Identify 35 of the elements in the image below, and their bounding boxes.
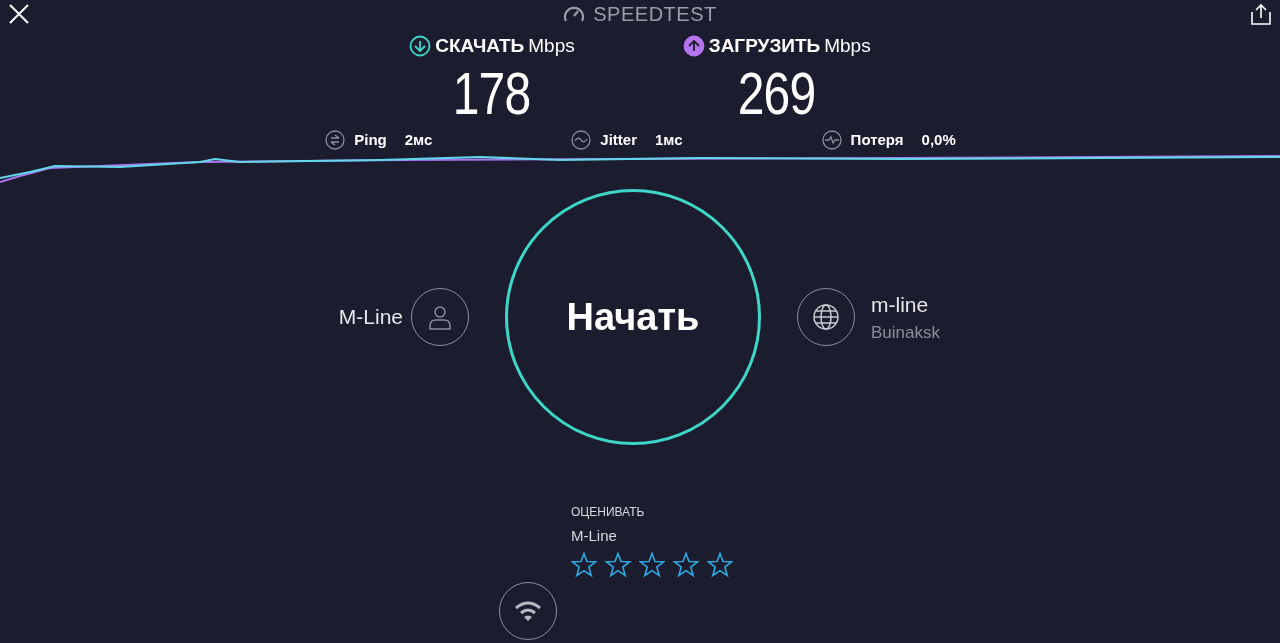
share-icon[interactable] [1250, 2, 1272, 26]
globe-icon [812, 303, 840, 331]
rating-title: ОЦЕНИВАТЬ [571, 504, 646, 521]
star-icon[interactable] [639, 551, 665, 578]
star-icon[interactable] [605, 551, 631, 578]
star-icon[interactable] [707, 551, 733, 578]
unit-label: Mbps [824, 34, 871, 58]
start-button[interactable]: Начать [505, 189, 761, 445]
loss-icon [820, 128, 843, 151]
stat-value: 2мс [404, 129, 433, 150]
star-icon[interactable] [571, 551, 597, 578]
upload-icon [682, 35, 705, 58]
star-icon[interactable] [673, 551, 699, 578]
unit-label: Mbps [528, 34, 575, 58]
provider-name: M-Line [338, 304, 403, 331]
metric-label: СКАЧАТЬ [435, 34, 525, 58]
speed-value: 178 [453, 60, 531, 127]
close-icon[interactable] [8, 3, 30, 25]
stat-label: Ping [354, 129, 387, 150]
speed-value: 269 [737, 60, 816, 127]
stat-label: Jitter [600, 129, 637, 150]
server-location: Buinaksk [871, 322, 940, 344]
stat-value: 0,0% [921, 129, 956, 150]
jitter-icon [570, 128, 593, 151]
stat-value: 1мс [655, 129, 683, 150]
rating-provider: M-Line [571, 526, 618, 546]
stat-label: Потеря [850, 129, 904, 150]
gauge-icon [563, 4, 586, 24]
server-name: m-line [871, 291, 930, 318]
wifi-icon [514, 598, 542, 623]
person-icon [427, 304, 453, 330]
download-icon [409, 35, 432, 58]
ping-icon [324, 128, 347, 151]
app-title: SPEEDTEST [593, 2, 717, 27]
metric-label: ЗАГРУЗИТЬ [708, 34, 821, 58]
